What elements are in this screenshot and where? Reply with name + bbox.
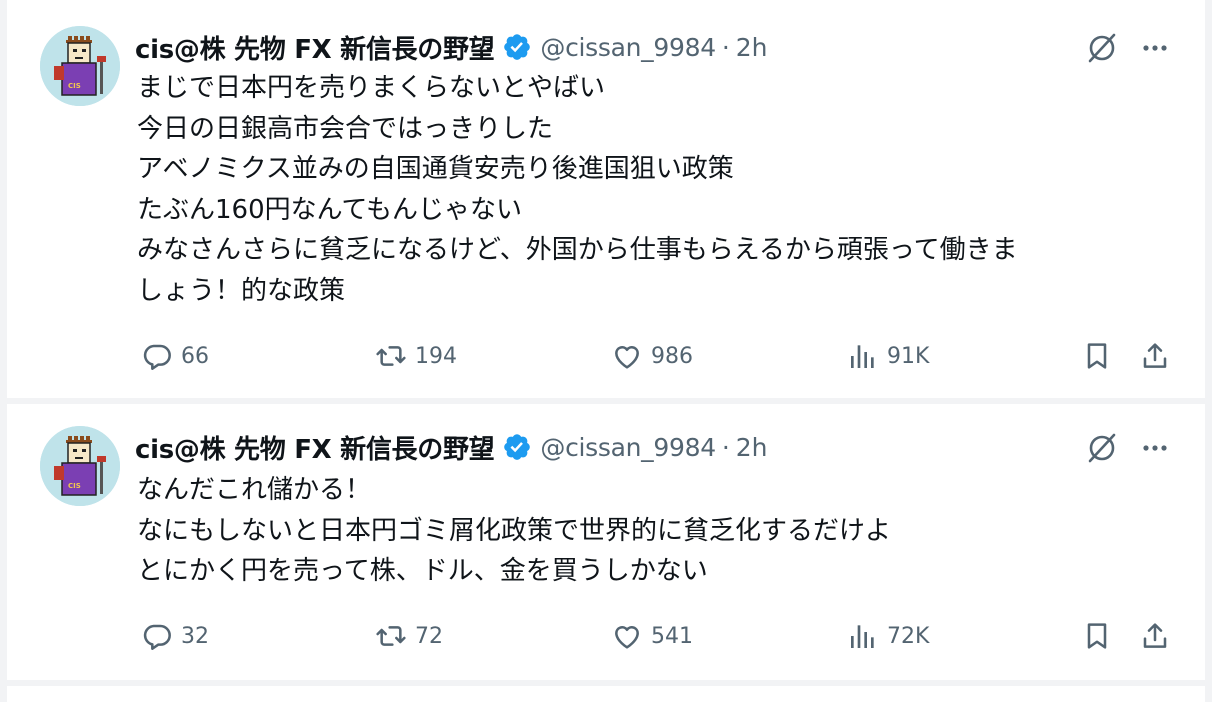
tweet-header: cis@株 先物 FX 新信長の野望 @cissan_9984 · 2h: [135, 28, 768, 66]
bookmark-button[interactable]: [1081, 334, 1113, 378]
separator-dot: ·: [721, 32, 730, 62]
reply-icon: [143, 624, 171, 650]
separator-dot: ·: [721, 432, 730, 462]
tweet-actions: 32 72 541 72K: [135, 614, 1185, 658]
tweet-text: なんだこれ儲かる！ なにもしないと日本円ゴミ屑化政策で世界的に貧乏化するだけよ …: [137, 470, 1187, 592]
avatar[interactable]: CIS: [40, 426, 120, 506]
like-icon: [615, 625, 639, 649]
handle[interactable]: @cissan_9984: [540, 433, 716, 462]
tweet-text: まじで日本円を売りまくらないとやばい 今日の日銀高市会合ではっきりした アベノミ…: [137, 68, 1187, 311]
bookmark-icon: [1087, 623, 1107, 649]
retweet-icon: [376, 626, 406, 646]
share-icon: [1143, 343, 1167, 368]
reply-count: 32: [181, 623, 209, 649]
views-count: 91K: [887, 343, 930, 369]
bookmark-button[interactable]: [1081, 614, 1113, 658]
tweet-text-line: とにかく円を売って株、ドル、金を買うしかない: [137, 556, 708, 586]
verified-badge-icon: [502, 432, 532, 462]
avatar[interactable]: CIS: [40, 26, 120, 106]
tweet[interactable]: CIS cis@株 先物 FX 新信長の野望 @cissan_9984 · 2h: [7, 0, 1205, 398]
tweet-text-line: なにもしないと日本円ゴミ屑化政策で世界的に貧乏化するだけよ: [137, 515, 892, 546]
tweet-text-line: たぶん160円なんてもんじゃない: [137, 194, 523, 225]
tweet-actions: 66 194 986 91K: [135, 334, 1185, 378]
retweet-count: 72: [415, 623, 443, 649]
more-button[interactable]: [1135, 428, 1175, 468]
reply-button[interactable]: 66: [141, 334, 209, 378]
views-icon: [851, 345, 874, 368]
retweet-button[interactable]: 194: [375, 334, 457, 378]
views-icon: [851, 625, 874, 648]
verified-badge-icon: [502, 32, 532, 62]
display-name[interactable]: cis@株 先物 FX 新信長の野望: [135, 29, 495, 66]
display-name[interactable]: cis@株 先物 FX 新信長の野望: [135, 429, 495, 466]
tweet-text-line: アベノミクス並みの自国通貨安売り後進国狙い政策: [137, 154, 734, 184]
pixel-avatar-icon: CIS: [40, 426, 120, 506]
like-icon: [615, 345, 639, 369]
views-button[interactable]: 72K: [847, 614, 929, 658]
share-icon: [1143, 623, 1167, 648]
pixel-avatar-icon: CIS: [40, 26, 120, 106]
share-button[interactable]: [1139, 614, 1171, 658]
tweet[interactable]: [7, 686, 1205, 702]
like-button[interactable]: 541: [611, 614, 693, 658]
grok-icon: [1088, 433, 1116, 463]
retweet-icon: [376, 346, 406, 366]
retweet-button[interactable]: 72: [375, 614, 443, 658]
bookmark-icon: [1087, 343, 1107, 369]
views-count: 72K: [887, 623, 930, 649]
like-count: 541: [651, 623, 693, 649]
views-button[interactable]: 91K: [847, 334, 929, 378]
more-button[interactable]: [1135, 28, 1175, 68]
grok-icon: [1088, 33, 1116, 63]
tweet-text-line: まじで日本円を売りまくらないとやばい: [137, 73, 606, 103]
like-button[interactable]: 986: [611, 334, 693, 378]
reply-icon: [143, 344, 171, 370]
tweet[interactable]: CIS cis@株 先物 FX 新信長の野望 @cissan_9984 · 2h: [7, 404, 1205, 680]
grok-button[interactable]: [1082, 28, 1122, 68]
like-count: 986: [651, 343, 693, 369]
timeline: CIS cis@株 先物 FX 新信長の野望 @cissan_9984 · 2h: [0, 0, 1212, 702]
more-icon: [1143, 45, 1167, 51]
share-button[interactable]: [1139, 334, 1171, 378]
tweet-header: cis@株 先物 FX 新信長の野望 @cissan_9984 · 2h: [135, 428, 768, 466]
grok-button[interactable]: [1082, 428, 1122, 468]
more-icon: [1143, 445, 1167, 451]
tweet-text-line: 今日の日銀高市会合ではっきりした: [137, 113, 554, 144]
reply-count: 66: [181, 343, 209, 369]
retweet-count: 194: [415, 343, 457, 369]
reply-button[interactable]: 32: [141, 614, 209, 658]
handle[interactable]: @cissan_9984: [540, 33, 716, 62]
timestamp[interactable]: 2h: [736, 433, 768, 462]
tweet-text-line: なんだこれ儲かる！: [137, 475, 372, 505]
svg-text:CIS: CIS: [68, 82, 81, 90]
tweet-text-line: しょう！的な政策: [137, 275, 346, 306]
svg-text:CIS: CIS: [68, 482, 81, 490]
timestamp[interactable]: 2h: [736, 33, 768, 62]
tweet-text-line: みなさんさらに貧乏になるけど、外国から仕事もらえるから頑張って働きま: [137, 235, 1018, 265]
